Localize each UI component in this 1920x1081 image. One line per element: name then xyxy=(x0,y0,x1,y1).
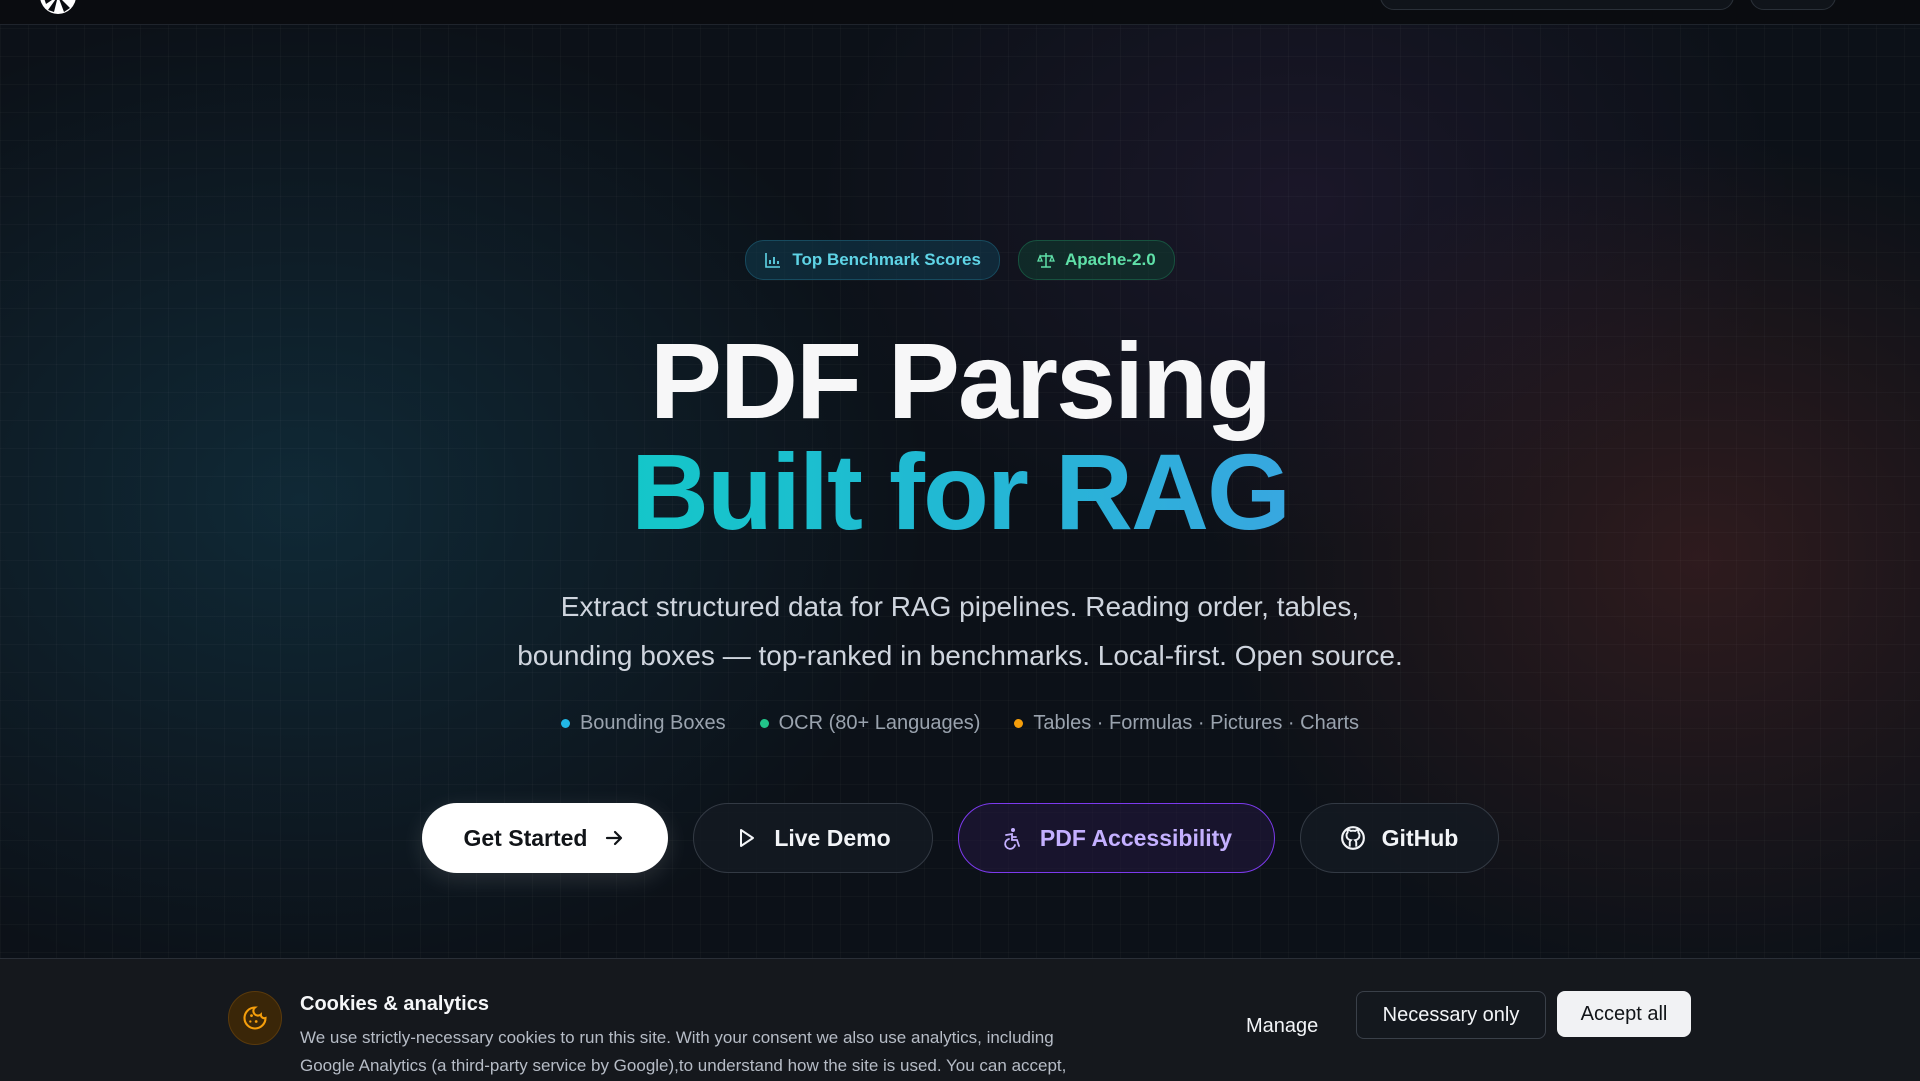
cookie-icon xyxy=(228,991,282,1045)
live-demo-button[interactable]: Live Demo xyxy=(692,803,933,873)
necessary-only-button[interactable]: Necessary only xyxy=(1356,991,1546,1039)
badge-row: Top Benchmark Scores Apache-2.0 xyxy=(0,240,1920,280)
hero-subtitle-line2: bounding boxes — top-ranked in benchmark… xyxy=(517,640,1403,671)
feature-label: OCR (80+ Languages) xyxy=(778,712,981,734)
github-icon xyxy=(1340,826,1365,850)
nav-search-input[interactable] xyxy=(1380,0,1734,10)
cta-row: Get Started Live Demo PDF Accessibility … xyxy=(0,803,1920,873)
logo-icon[interactable] xyxy=(30,0,86,18)
hero-title-line1: PDF Parsing xyxy=(649,320,1272,441)
feature-label: Tables · Formulas · Pictures · Charts xyxy=(1033,712,1360,734)
cookie-text-line1: We use strictly-necessary cookies to run… xyxy=(300,1028,1054,1047)
arrow-right-icon xyxy=(606,830,623,846)
benchmark-badge[interactable]: Top Benchmark Scores xyxy=(745,240,1000,280)
hero-subtitle-line1: Extract structured data for RAG pipeline… xyxy=(560,591,1360,622)
get-started-label: Get Started xyxy=(463,824,588,851)
benchmark-badge-label: Top Benchmark Scores xyxy=(792,250,981,269)
github-button[interactable]: GitHub xyxy=(1299,803,1499,873)
cookie-title: Cookies & analytics xyxy=(300,993,489,1015)
accessibility-icon xyxy=(1004,828,1020,850)
feature-dot xyxy=(759,719,769,728)
hero-title-line2: Built for RAG xyxy=(0,436,1920,548)
accept-all-button[interactable]: Accept all xyxy=(1557,991,1691,1037)
hero-title-gradient: Built for RAG xyxy=(631,431,1291,552)
manage-cookies-button[interactable]: Manage xyxy=(1246,1003,1318,1049)
feature-label: Bounding Boxes xyxy=(579,712,726,734)
cookie-text-line2: Google Analytics (a third-party service … xyxy=(300,1056,1067,1075)
license-badge-label: Apache-2.0 xyxy=(1064,250,1156,269)
hero-subtitle: Extract structured data for RAG pipeline… xyxy=(0,582,1920,680)
pdf-accessibility-button[interactable]: PDF Accessibility xyxy=(957,803,1275,873)
get-started-button[interactable]: Get Started xyxy=(421,803,668,873)
scale-icon xyxy=(1037,253,1055,268)
bar-chart-icon xyxy=(765,253,781,268)
play-icon xyxy=(740,829,755,847)
feature-item: Bounding Boxes xyxy=(560,712,726,735)
cookie-banner: Cookies & analytics We use strictly-nece… xyxy=(0,958,1920,1081)
pdf-accessibility-label: PDF Accessibility xyxy=(1039,824,1233,851)
cookie-glyph xyxy=(243,1006,267,1030)
feature-dot xyxy=(560,719,570,728)
nav-menu-button[interactable] xyxy=(1750,0,1836,10)
feature-list: Bounding Boxes OCR (80+ Languages) Table… xyxy=(0,712,1920,735)
license-badge[interactable]: Apache-2.0 xyxy=(1017,240,1175,280)
feature-item: OCR (80+ Languages) xyxy=(759,712,981,735)
feature-item: Tables · Formulas · Pictures · Charts xyxy=(1014,712,1359,735)
cookie-description: We use strictly-necessary cookies to run… xyxy=(300,1024,1150,1080)
live-demo-label: Live Demo xyxy=(774,824,891,851)
github-label: GitHub xyxy=(1381,824,1459,851)
feature-dot xyxy=(1014,719,1024,728)
top-navigation xyxy=(0,0,1920,25)
